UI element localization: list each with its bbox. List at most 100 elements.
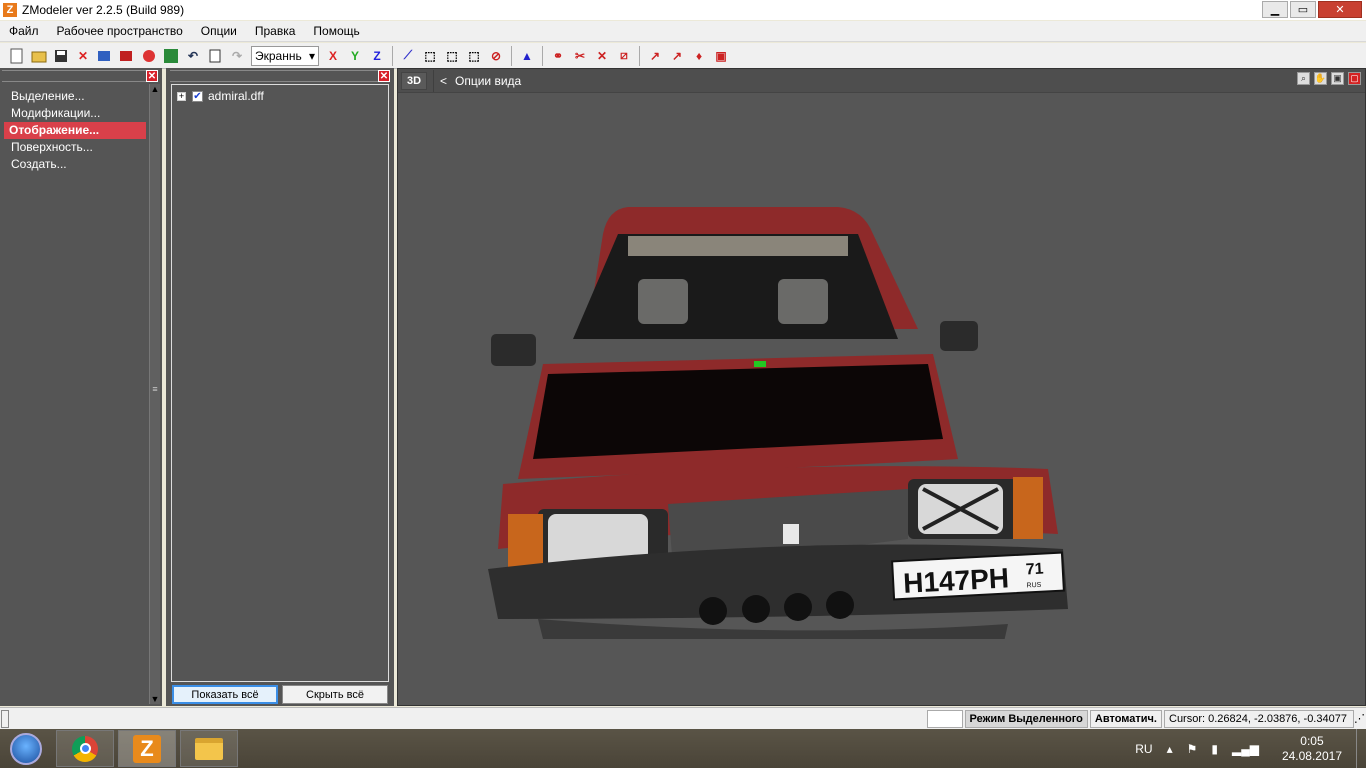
import-icon[interactable] — [96, 47, 114, 65]
close-file-icon[interactable]: ✕ — [74, 47, 92, 65]
car-lower-bumper — [538, 619, 1008, 639]
command-display[interactable]: Отображение... — [4, 122, 146, 139]
maximize-viewport-icon[interactable]: ▢ — [1348, 72, 1361, 85]
tree-node[interactable]: + ✔ admiral.dff — [177, 89, 388, 103]
toolbar-divider — [511, 45, 512, 66]
zoom-icon[interactable]: ⌕ — [1297, 72, 1310, 85]
network-signal-icon[interactable]: ▂▄▆ — [1232, 742, 1259, 756]
car-bumper-hole — [784, 593, 812, 621]
windows-logo-icon — [10, 732, 42, 765]
auto-mode-status[interactable]: Автоматич. — [1089, 709, 1162, 728]
zmodeler-icon: Z — [133, 734, 161, 763]
flag-icon[interactable]: ⚑ — [1187, 742, 1198, 756]
export-icon[interactable] — [118, 47, 136, 65]
menu-options[interactable]: Опции — [192, 24, 246, 38]
pointer-icon[interactable]: ↗ — [646, 47, 664, 65]
status-bar: Режим Выделенного Автоматич. Cursor: 0.2… — [0, 707, 1366, 729]
expand-icon[interactable]: + — [177, 91, 186, 101]
folder-icon — [195, 737, 223, 760]
notes-icon[interactable] — [206, 47, 224, 65]
view-options-label[interactable]: Опции вида — [455, 74, 521, 88]
command-panel: ✕ Выделение... Модификации... Отображени… — [0, 68, 162, 706]
scene-tree: + ✔ admiral.dff — [171, 84, 389, 682]
taskbar-zmodeler[interactable]: Z — [118, 730, 176, 767]
pan-hand-icon[interactable]: ✋ — [1314, 72, 1327, 85]
hide-all-button[interactable]: Скрыть всё — [282, 685, 388, 704]
scene-tree-header: ✕ — [170, 70, 390, 82]
cube-front-icon[interactable]: ⬚ — [421, 47, 439, 65]
fit-view-icon[interactable]: ▣ — [1331, 72, 1344, 85]
taskbar-explorer[interactable] — [180, 730, 238, 767]
car-seat-left — [638, 279, 688, 324]
render-icon[interactable] — [140, 47, 158, 65]
materials-icon[interactable] — [162, 47, 180, 65]
car-bumper-hole — [742, 595, 770, 623]
panel-close-icon[interactable]: ✕ — [378, 70, 390, 82]
menu-workspace[interactable]: Рабочее пространство — [48, 24, 192, 38]
undo-icon[interactable]: ↶ — [184, 47, 202, 65]
scroll-down-icon[interactable]: ▼ — [150, 694, 160, 704]
scissor-icon[interactable]: ✕ — [593, 47, 611, 65]
new-file-icon[interactable] — [8, 47, 26, 65]
vertex-mode-icon[interactable]: ⟋ — [399, 47, 417, 65]
view-mode-select[interactable]: Экраннь ▾ — [251, 45, 319, 66]
viewport-header: 3D < Опции вида ⌕ ✋ ▣ ▢ — [398, 69, 1365, 93]
axis-z-toggle[interactable]: Z — [368, 47, 386, 65]
menu-help[interactable]: Помощь — [304, 24, 368, 38]
lasso-icon[interactable]: ↗ — [668, 47, 686, 65]
viewport-mode-button[interactable]: 3D — [401, 71, 427, 90]
power-icon[interactable]: ▮ — [1211, 742, 1218, 756]
status-handle — [1, 709, 9, 728]
menu-file[interactable]: Файл — [0, 24, 48, 38]
car-model[interactable]: Н147РН 71 RUS — [488, 139, 1088, 639]
start-button[interactable] — [0, 729, 52, 768]
command-surface[interactable]: Поверхность... — [0, 139, 162, 156]
save-icon[interactable] — [52, 47, 70, 65]
open-folder-icon[interactable] — [30, 47, 48, 65]
system-clock[interactable]: 0:05 24.08.2017 — [1282, 734, 1342, 764]
tree-node-label[interactable]: admiral.dff — [208, 89, 264, 103]
command-modifications[interactable]: Модификации... — [0, 105, 162, 122]
redo-icon[interactable]: ↷ — [228, 47, 246, 65]
language-indicator[interactable]: RU — [1135, 742, 1152, 756]
show-hidden-icons-icon[interactable]: ▴ — [1167, 742, 1173, 756]
car-bumper-hole — [826, 591, 854, 619]
command-selection[interactable]: Выделение... — [0, 88, 162, 105]
command-panel-scrollbar[interactable]: ▲ ≡ ▼ — [149, 84, 160, 704]
cone-icon[interactable]: ▲ — [518, 47, 536, 65]
close-button[interactable]: ✕ — [1318, 1, 1362, 18]
car-marker — [754, 361, 766, 367]
clock-date: 24.08.2017 — [1281, 748, 1342, 763]
license-plate-region: 71 — [1025, 561, 1044, 579]
taskbar-chrome[interactable] — [56, 730, 114, 767]
cube-delete-icon[interactable]: ⊘ — [487, 47, 505, 65]
license-plate-country: RUS — [1026, 582, 1041, 590]
command-create[interactable]: Создать... — [0, 156, 162, 173]
scroll-grip-icon[interactable]: ≡ — [150, 384, 160, 394]
cut-icon[interactable]: ✂ — [571, 47, 589, 65]
menu-edit[interactable]: Правка — [246, 24, 305, 38]
figure-icon[interactable]: ♦ — [690, 47, 708, 65]
link-icon[interactable]: ⚭ — [549, 47, 567, 65]
viewport-back-icon[interactable]: < — [440, 74, 447, 88]
minimize-button[interactable]: ▁ — [1262, 1, 1288, 18]
graph-icon[interactable]: ⧄ — [615, 47, 633, 65]
visibility-checkbox[interactable]: ✔ — [192, 90, 203, 102]
cube-top-icon[interactable]: ⬚ — [465, 47, 483, 65]
show-desktop-button[interactable] — [1356, 729, 1366, 768]
scroll-up-icon[interactable]: ▲ — [150, 84, 160, 94]
axis-y-toggle[interactable]: Y — [346, 47, 364, 65]
selection-mode-status[interactable]: Режим Выделенного — [964, 709, 1088, 728]
show-all-button[interactable]: Показать всё — [172, 685, 278, 704]
axis-x-toggle[interactable]: X — [324, 47, 342, 65]
toolbar-divider — [392, 45, 393, 66]
car-indicator-right — [1013, 477, 1043, 539]
hierarchy-icon[interactable]: ▣ — [712, 47, 730, 65]
maximize-button[interactable]: ▭ — [1290, 1, 1316, 18]
panel-close-icon[interactable]: ✕ — [146, 70, 158, 82]
license-plate-number: Н147РН — [902, 562, 1009, 598]
toolbar-divider — [639, 45, 640, 66]
resize-grip-icon[interactable]: ⋰ — [1354, 712, 1366, 725]
viewport-3d[interactable]: 3D < Опции вида ⌕ ✋ ▣ ▢ Н147РН 71 RUS — [397, 68, 1366, 706]
cube-side-icon[interactable]: ⬚ — [443, 47, 461, 65]
